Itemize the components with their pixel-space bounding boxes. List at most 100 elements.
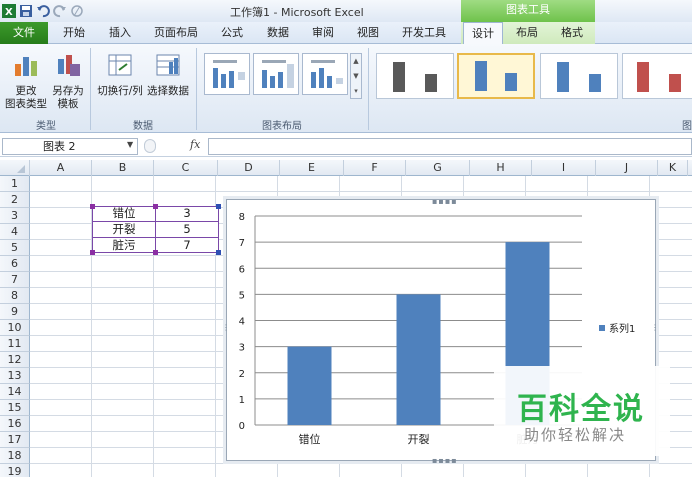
watermark-subtitle: 助你轻松解决 xyxy=(524,426,627,444)
quick-access-toolbar: X xyxy=(2,2,84,20)
save-icon[interactable] xyxy=(19,4,33,18)
change-chart-type-button[interactable]: 更改 图表类型 xyxy=(4,52,48,111)
tab-data[interactable]: 数据 xyxy=(258,22,298,44)
legend-label: 系列1 xyxy=(609,322,635,335)
column-header-B[interactable]: B xyxy=(92,160,154,176)
chart-style-4-thumb[interactable] xyxy=(622,53,692,99)
formula-bar-divider-handle[interactable] xyxy=(144,139,156,153)
column-header-J[interactable]: J xyxy=(596,160,658,176)
tab-chart-layout[interactable]: 布局 xyxy=(507,22,547,44)
customize-icon[interactable] xyxy=(70,4,84,18)
chart-style-3-thumb[interactable] xyxy=(540,53,618,99)
range-handle[interactable] xyxy=(90,204,95,209)
column-header-D[interactable]: D xyxy=(218,160,280,176)
save-as-template-label-2: 模板 xyxy=(57,98,79,110)
y-tick-label: 3 xyxy=(239,343,245,354)
column-header-C[interactable]: C xyxy=(154,160,218,176)
chart-resize-grip-top[interactable]: ▪▪▪▪ xyxy=(432,197,458,206)
row-header-17[interactable]: 17 xyxy=(0,432,30,448)
chart-resize-grip-left[interactable]: ⋮ xyxy=(222,323,231,332)
row-header-18[interactable]: 18 xyxy=(0,448,30,464)
row-header-10[interactable]: 10 xyxy=(0,320,30,336)
tab-design[interactable]: 设计 xyxy=(463,22,503,45)
insert-function-icon[interactable]: fx xyxy=(190,138,200,151)
redo-icon[interactable] xyxy=(53,4,67,18)
group-label-data: 数据 xyxy=(133,121,153,132)
y-tick-label: 6 xyxy=(239,264,245,275)
row-header-2[interactable]: 2 xyxy=(0,192,30,208)
column-header-E[interactable]: E xyxy=(280,160,344,176)
select-data-label: 选择数据 xyxy=(147,85,189,97)
x-tick-label: 错位 xyxy=(299,432,321,446)
row-header-9[interactable]: 9 xyxy=(0,304,30,320)
formula-input[interactable] xyxy=(208,138,692,155)
row-header-5[interactable]: 5 xyxy=(0,240,30,256)
chart-resize-grip-right[interactable]: ⋮ xyxy=(651,323,660,332)
save-as-template-label-1: 另存为 xyxy=(52,85,84,97)
switch-row-column-button[interactable]: 切换行/列 xyxy=(94,52,146,98)
name-box-dropdown-icon[interactable]: ▼ xyxy=(127,140,133,149)
select-data-button[interactable]: 选择数据 xyxy=(146,52,190,98)
name-box[interactable]: 图表 2 xyxy=(2,138,138,155)
column-header-G[interactable]: G xyxy=(406,160,470,176)
template-icon xyxy=(50,52,86,82)
chart-style-1-thumb[interactable] xyxy=(376,53,454,99)
column-header-H[interactable]: H xyxy=(470,160,532,176)
chart-type-icon xyxy=(4,52,48,82)
chart-layout-3-thumb[interactable] xyxy=(302,53,348,95)
range-handle[interactable] xyxy=(90,250,95,255)
legend-swatch xyxy=(599,325,605,331)
column-header-A[interactable]: A xyxy=(30,160,92,176)
tab-view[interactable]: 视图 xyxy=(348,22,388,44)
row-header-15[interactable]: 15 xyxy=(0,400,30,416)
column-header-F[interactable]: F xyxy=(344,160,406,176)
group-label-type: 类型 xyxy=(36,121,56,132)
row-header-13[interactable]: 13 xyxy=(0,368,30,384)
select-data-icon xyxy=(146,52,190,82)
save-as-template-button[interactable]: 另存为 模板 xyxy=(50,52,86,111)
chart-resize-grip-bottom[interactable]: ▪▪▪▪ xyxy=(432,456,458,465)
svg-text:X: X xyxy=(5,7,13,18)
undo-icon[interactable] xyxy=(36,4,50,18)
row-header-19[interactable]: 19 xyxy=(0,464,30,477)
row-header-12[interactable]: 12 xyxy=(0,352,30,368)
tab-page-layout[interactable]: 页面布局 xyxy=(145,22,207,44)
range-handle[interactable] xyxy=(216,204,221,209)
x-tick-label: 开裂 xyxy=(408,433,430,446)
chart-layout-1-thumb[interactable] xyxy=(204,53,250,95)
group-separator xyxy=(196,48,197,130)
column-header-I[interactable]: I xyxy=(532,160,596,176)
y-tick-label: 2 xyxy=(239,369,245,380)
chart-layout-2-thumb[interactable] xyxy=(253,53,299,95)
chart-style-2-thumb[interactable] xyxy=(457,53,535,99)
row-header-3[interactable]: 3 xyxy=(0,208,30,224)
row-header-6[interactable]: 6 xyxy=(0,256,30,272)
row-header-1[interactable]: 1 xyxy=(0,176,30,192)
tab-file[interactable]: 文件 xyxy=(0,22,48,44)
row-header-8[interactable]: 8 xyxy=(0,288,30,304)
row-header-14[interactable]: 14 xyxy=(0,384,30,400)
range-handle[interactable] xyxy=(153,250,158,255)
layout-gallery-scroll[interactable]: ▲ ▼ ▾ xyxy=(350,53,362,99)
y-tick-label: 5 xyxy=(239,290,245,301)
tab-developer[interactable]: 开发工具 xyxy=(393,22,455,44)
switch-row-column-label: 切换行/列 xyxy=(97,85,143,97)
row-header-7[interactable]: 7 xyxy=(0,272,30,288)
tab-format[interactable]: 格式 xyxy=(552,22,592,44)
tab-formulas[interactable]: 公式 xyxy=(212,22,252,44)
change-chart-type-label-1: 更改 xyxy=(15,85,37,97)
row-header-4[interactable]: 4 xyxy=(0,224,30,240)
tab-insert[interactable]: 插入 xyxy=(98,22,142,44)
y-tick-label: 7 xyxy=(239,238,245,249)
column-header-K[interactable]: K xyxy=(658,160,688,176)
row-header-11[interactable]: 11 xyxy=(0,336,30,352)
range-handle[interactable] xyxy=(153,204,158,209)
watermark-title: 百科全说 xyxy=(517,392,645,427)
excel-logo-icon: X xyxy=(2,4,16,18)
select-all-corner[interactable] xyxy=(0,160,30,176)
range-handle[interactable] xyxy=(216,250,221,255)
group-label-chart-layout: 图表布局 xyxy=(262,121,302,132)
tab-home[interactable]: 开始 xyxy=(50,22,98,44)
row-header-16[interactable]: 16 xyxy=(0,416,30,432)
tab-review[interactable]: 审阅 xyxy=(303,22,343,44)
